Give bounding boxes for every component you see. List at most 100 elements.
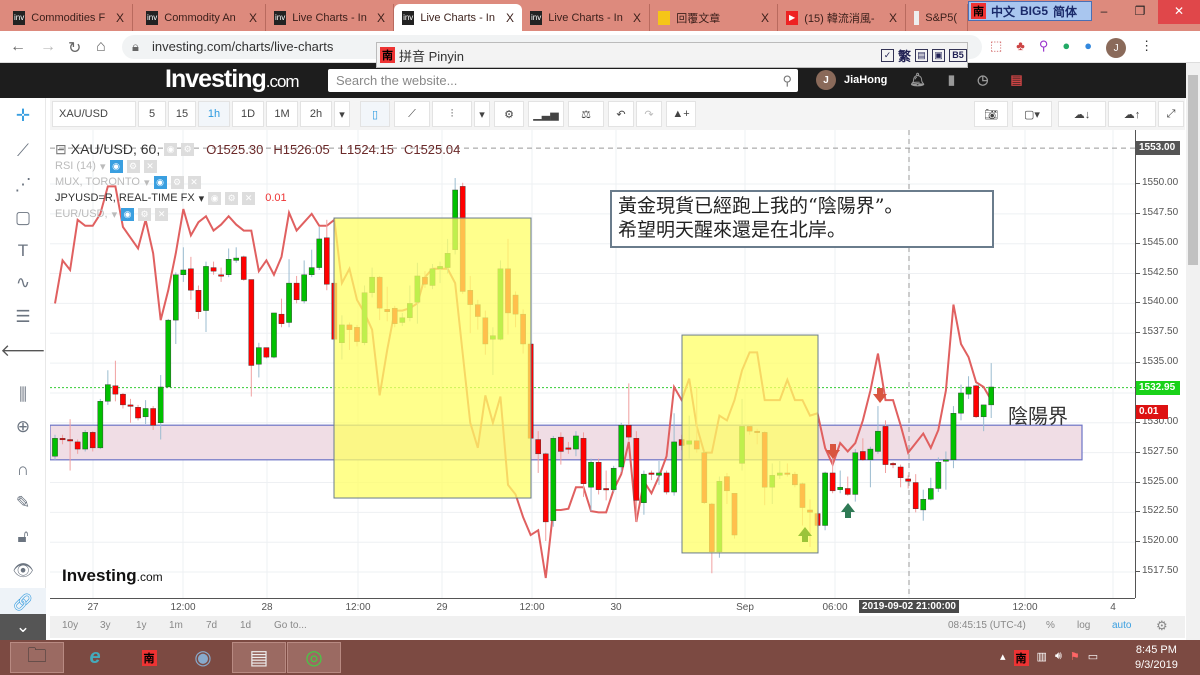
profile-avatar[interactable]: J [1106,38,1127,58]
measure-icon[interactable]: ☰ [0,302,46,332]
settings-icon[interactable]: ⚙ [1156,618,1168,634]
interval-dropdown-icon[interactable]: ▾ [334,101,350,127]
range-7d[interactable]: 7d [206,620,217,631]
back-icon[interactable]: ← [10,38,26,56]
chrome-alt-icon[interactable]: ◉ [176,642,230,673]
browser-tab[interactable]: inv Live Charts - In X [394,4,522,31]
crosshair-icon[interactable]: ✛ [0,101,46,131]
annotation-textbox[interactable]: 黃金現貨已經跑上我的“陰陽界”。 希望明天醒來還是在北岸。 [610,190,994,248]
zoom-in-icon[interactable]: ⊕ [0,412,46,442]
indicators-icon[interactable]: ▁▃▅ [528,101,564,127]
interval-1h[interactable]: 1h [198,101,230,127]
tab-close-icon[interactable]: X [889,11,897,25]
chrome-icon[interactable]: ◎ [287,642,341,673]
site-search-input[interactable]: Search the website... ⚲ [328,69,798,92]
checkbox-icon[interactable]: ✓ [880,48,894,62]
investing-logo[interactable]: Investing.com [165,65,300,94]
color-picker-icon[interactable]: ▢▾ [1012,101,1052,127]
settings-icon[interactable]: ⚙ [170,175,184,189]
camera-icon[interactable]: 📷︎ [974,101,1008,127]
log-toggle[interactable]: log [1077,620,1090,631]
remove-icon[interactable]: ✕ [143,159,157,173]
tray-network-icon[interactable]: ▥ [1037,650,1047,666]
eye-icon[interactable]: ◉ [208,191,222,205]
home-icon[interactable]: ⌂ [96,38,106,56]
keyboard-icon[interactable]: ▤ [915,48,928,62]
ime-mode-label[interactable]: 中文 [991,3,1015,20]
remove-icon[interactable]: ✕ [242,191,256,205]
tray-display-icon[interactable]: ▭ [1088,650,1098,666]
browser-tab[interactable]: inv Commodities F X [5,4,133,31]
tab-close-icon[interactable]: X [249,11,257,25]
symbol-icon[interactable]: ▣ [932,48,945,62]
interval-1d[interactable]: 1D [232,101,264,127]
tray-expand-icon[interactable]: ▴ [1000,650,1006,666]
settings-icon[interactable]: ⚙ [138,207,152,221]
user-menu[interactable]: J JiaHong 🔔︎ ▮ ◷ ▤ [816,70,1023,90]
menu-icon[interactable]: ⋮ [1140,38,1153,58]
legend-eye-icon[interactable]: ◉ [164,142,178,156]
fullscreen-icon[interactable]: ⤢ [1158,101,1184,127]
user-avatar[interactable]: J [816,70,836,90]
cloud-upload-icon[interactable]: ☁↑ [1108,101,1156,127]
portfolio-icon[interactable]: ▮ [948,72,955,88]
rectangle-icon[interactable]: ▢ [0,203,46,233]
forward-icon[interactable]: → [40,38,56,56]
eye-icon[interactable]: ◉ [109,159,123,173]
alert-add-icon[interactable]: ▲+ [666,101,696,127]
indicator-rsi[interactable]: RSI (14) ▾ ◉ ⚙ ✕ [55,158,460,174]
chevron-down-icon[interactable]: ⌄ [0,614,46,640]
collapse-arrow-icon[interactable]: 🡐 [0,336,46,366]
lock-drawing-icon[interactable]: ✎ [0,488,46,518]
traditional-toggle[interactable]: 繁 [898,46,911,65]
b5-button[interactable]: B5 [949,48,967,62]
price-range-icon[interactable]: ⫼ [0,380,46,410]
settings-icon[interactable]: ⚙ [126,159,140,173]
browser-tab[interactable]: inv Live Charts - In X [522,4,650,31]
cloud-download-icon[interactable]: ☁↓ [1058,101,1106,127]
interval-5[interactable]: 5 [138,101,166,127]
text-icon[interactable]: T [0,236,46,266]
ime-encoding-label[interactable]: BIG5 [1020,4,1048,18]
extension-icon[interactable]: ♣ [1016,38,1025,58]
browser-tab[interactable]: ▶ (15) 韓流消風- X [778,4,906,31]
symbol-input[interactable]: XAU/USD [52,101,136,127]
tray-flag-icon[interactable]: ⚑ [1070,650,1080,666]
indicator-eurusd[interactable]: EUR/USD, ▾ ◉ ⚙ ✕ [55,206,460,222]
pitchfork-icon[interactable]: ⋰ [0,170,46,200]
settings-icon[interactable]: ⚙ [225,191,239,205]
range-3y[interactable]: 3y [100,620,111,631]
pattern-icon[interactable]: ∿ [0,268,46,298]
tab-close-icon[interactable]: X [506,11,514,25]
nan-ime-app-icon[interactable]: 南 [122,642,176,673]
eye-icon[interactable]: ◉ [121,207,135,221]
extension-blue-icon[interactable]: ● [1084,38,1092,58]
browser-tab[interactable]: 回覆文章 X [650,4,778,31]
price-axis[interactable]: 1517.50 1520.00 1522.50 1525.00 1527.50 1530.… [1135,130,1185,598]
internet-explorer-icon[interactable]: e [68,642,122,673]
taskbar-clock[interactable]: 8:45 PM 9/3/2019 [1135,643,1178,673]
file-explorer-icon[interactable]: 🗀 [10,642,64,673]
scrollbar-thumb[interactable] [1188,75,1198,265]
user-name[interactable]: JiaHong [844,74,887,86]
browser-tab[interactable]: S&P5( [906,4,968,31]
bell-icon[interactable]: 🔔︎ [909,72,926,88]
indicator-mux[interactable]: MUX, TORONTO ▾ ◉ ⚙ ✕ [55,174,460,190]
search-extension-icon[interactable]: ⚲ [1039,38,1049,58]
range-10y[interactable]: 10y [62,620,78,631]
time-axis[interactable]: 27 12:00 28 12:00 29 12:00 30 Sep 06:00 2019-09-0… [50,598,1135,616]
interval-2h[interactable]: 2h [300,101,332,127]
interval-15[interactable]: 15 [168,101,196,127]
goto-button[interactable]: Go to... [274,620,307,631]
eye-icon[interactable]: ◉ [153,175,167,189]
legend-settings-icon[interactable]: ⚙ [181,142,195,156]
tray-ime-icon[interactable]: 南 [1013,650,1029,666]
restore-icon[interactable]: ❐ [1122,0,1158,24]
tab-close-icon[interactable]: X [633,11,641,25]
search-icon[interactable]: ⚲ [782,69,792,92]
redo-icon[interactable]: ↷ [636,101,662,127]
chart-type-dropdown-icon[interactable]: ▾ [474,101,490,127]
unlock-icon[interactable]: 🔓︎ [0,522,46,552]
tab-close-icon[interactable]: X [116,11,124,25]
reload-icon[interactable]: ↻ [68,38,81,58]
